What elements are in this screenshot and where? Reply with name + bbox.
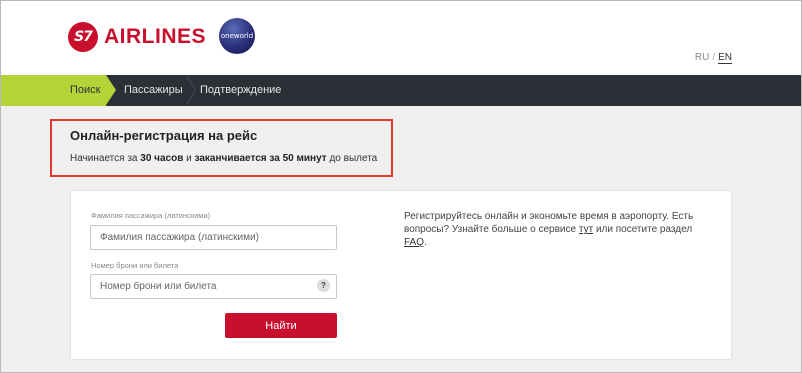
site-header: S7 AIRLINES oneworld RU / EN	[0, 0, 802, 75]
active-step-arrow	[106, 75, 116, 105]
step-search[interactable]: Поиск	[70, 75, 100, 106]
info-link-faq[interactable]: FAQ	[404, 237, 424, 248]
lang-en-link[interactable]: EN	[718, 52, 732, 64]
checkin-window-end: заканчивается за 50 минут	[194, 153, 327, 164]
checkin-window-and: и	[186, 153, 192, 164]
info-text-3: .	[424, 237, 427, 248]
booking-steps-nav: Поиск Пассажиры Подтверждение	[0, 75, 802, 106]
checkin-window-prefix: Начинается за	[70, 153, 138, 164]
lang-ru-link[interactable]: RU	[695, 52, 709, 63]
checkin-window-text: Начинается за 30 часов и заканчивается з…	[70, 153, 377, 164]
s7-logo-mark: S7	[68, 22, 98, 52]
help-icon[interactable]: ?	[317, 279, 330, 292]
booking-number-label: Номер брони или билета	[91, 261, 179, 270]
page-title: Онлайн-регистрация на рейс	[70, 128, 258, 143]
s7-logo[interactable]: S7 AIRLINES	[68, 22, 206, 52]
checkin-window-suffix: до вылета	[329, 153, 378, 164]
find-button[interactable]: Найти	[225, 313, 337, 338]
checkin-info-text: Регистрируйтесь онлайн и экономьте время…	[404, 210, 704, 249]
surname-label: Фамилия пассажира (латинскими)	[91, 211, 211, 220]
lang-separator: /	[712, 52, 716, 63]
oneworld-logo: oneworld	[219, 18, 255, 54]
s7-logo-text: AIRLINES	[104, 25, 207, 48]
step-separator	[186, 75, 197, 106]
surname-input[interactable]	[90, 225, 337, 250]
step-confirmation[interactable]: Подтверждение	[200, 75, 281, 106]
checkin-window-start: 30 часов	[140, 153, 184, 164]
info-text-2: или посетите раздел	[595, 224, 693, 235]
step-passengers[interactable]: Пассажиры	[124, 75, 183, 106]
info-link-here[interactable]: тут	[579, 224, 593, 235]
booking-number-input[interactable]	[90, 274, 337, 299]
language-switcher: RU / EN	[695, 52, 732, 64]
